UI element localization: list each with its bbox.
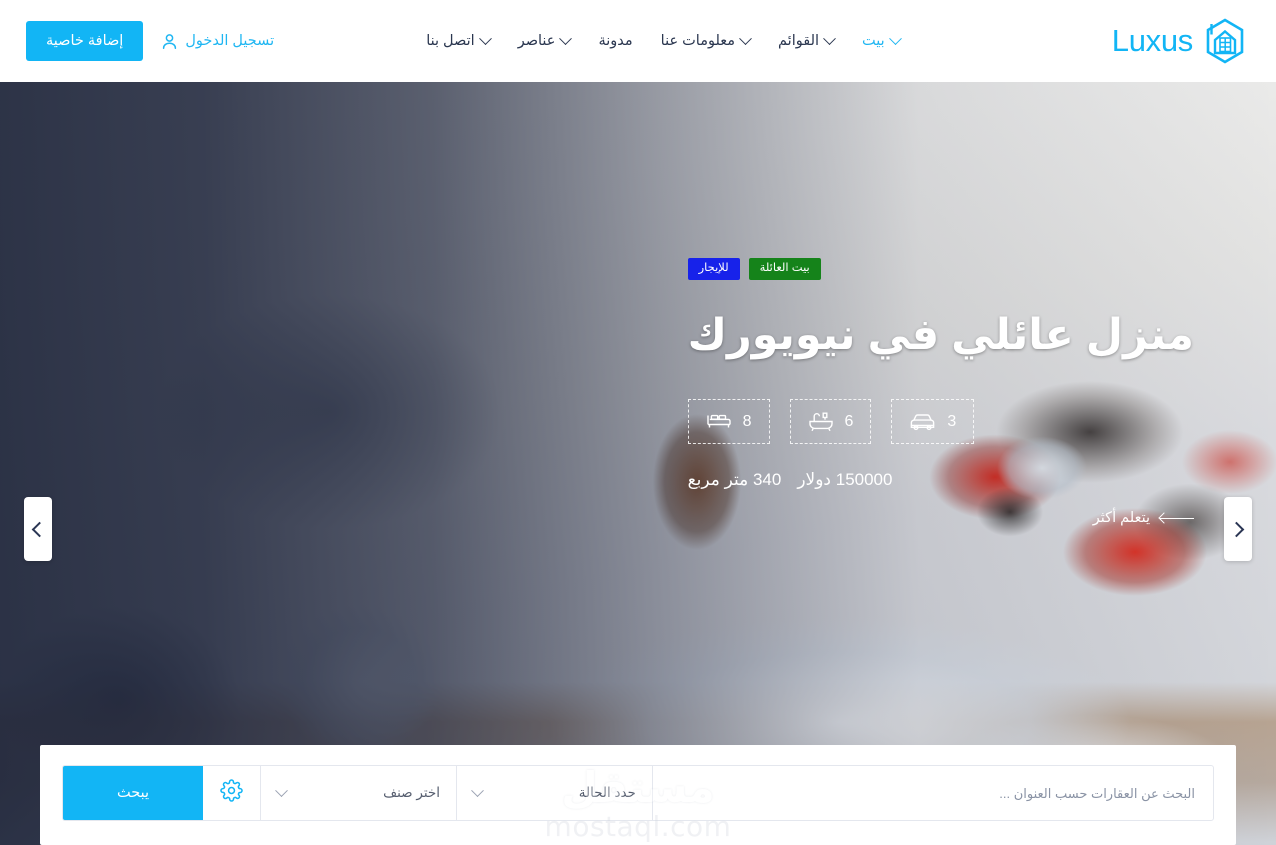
chevron-down-icon <box>739 31 752 45</box>
hero-badges: للإيجار بيت العائلة <box>687 258 1194 280</box>
arrow-left-icon <box>1160 513 1194 523</box>
chevron-down-icon <box>559 31 573 45</box>
learn-more-label: يتعلم أكثر <box>1092 510 1150 527</box>
search-input[interactable] <box>653 766 1213 820</box>
login-label: تسجيل الدخول <box>185 33 275 49</box>
nav-item-listings[interactable]: القوائم <box>764 31 848 49</box>
chevron-down-icon <box>478 31 492 45</box>
feature-value: 8 <box>742 412 752 430</box>
nav-label: القوائم <box>778 33 820 49</box>
search-bar: حدد الحالة اختر صنف يبحث <box>62 765 1214 821</box>
nav-label: مدونة <box>598 33 633 49</box>
advanced-search-button[interactable] <box>203 766 261 820</box>
nav-item-contact[interactable]: اتصل بنا <box>412 31 503 49</box>
status-badge-for-rent[interactable]: للإيجار <box>687 258 740 280</box>
user-icon <box>161 33 178 50</box>
bathtub-icon <box>808 411 834 432</box>
brand-logo[interactable]: Luxus <box>1112 17 1248 65</box>
nav-item-about[interactable]: معلومات عنا <box>647 31 764 49</box>
chevron-left-icon <box>31 521 48 537</box>
feature-value: 3 <box>947 412 957 430</box>
category-select[interactable]: اختر صنف <box>261 766 457 820</box>
nav-item-elements[interactable]: عناصر <box>504 31 585 49</box>
carousel-prev-button[interactable] <box>24 497 52 561</box>
hero-meta: 340 متر مربع 150000 دولار <box>688 470 1194 490</box>
status-select-label: حدد الحالة <box>578 785 636 800</box>
nav-item-blog[interactable]: مدونة <box>584 33 646 49</box>
learn-more-link[interactable]: يتعلم أكثر <box>1093 510 1194 526</box>
hero-title: منزل عائلي في نيويورك <box>687 310 1194 359</box>
chevron-down-icon <box>275 783 288 797</box>
hero-slider: للإيجار بيت العائلة منزل عائلي في نيويور… <box>0 82 1276 845</box>
hero-price: 150000 دولار <box>797 470 893 490</box>
add-property-button[interactable]: إضافة خاصية <box>26 21 144 61</box>
brand-name: Luxus <box>1111 23 1194 58</box>
feature-bedrooms: 8 <box>687 399 770 445</box>
chevron-down-icon <box>888 31 902 45</box>
status-select[interactable]: حدد الحالة <box>457 766 653 820</box>
nav-label: معلومات عنا <box>660 33 736 49</box>
login-link[interactable]: تسجيل الدخول <box>161 33 274 50</box>
bed-icon <box>706 412 732 431</box>
nav-label: بيت <box>862 33 885 49</box>
main-navigation: بيت القوائم معلومات عنا مدونة عناصر اتصل… <box>274 31 1052 49</box>
search-panel: حدد الحالة اختر صنف يبحث <box>40 745 1236 845</box>
hero-feature-list: 8 6 3 <box>687 399 1194 445</box>
hexagon-house-icon <box>1202 17 1248 65</box>
feature-garages: 3 <box>891 399 975 445</box>
feature-bathrooms: 6 <box>789 399 872 445</box>
nav-label: عناصر <box>517 33 556 49</box>
status-badge-family-house[interactable]: بيت العائلة <box>748 258 821 280</box>
chevron-right-icon <box>1228 521 1245 537</box>
chevron-down-icon <box>823 31 836 45</box>
feature-value: 6 <box>844 412 854 430</box>
hero-area: 340 متر مربع <box>687 470 782 490</box>
category-select-label: اختر صنف <box>383 785 440 800</box>
hero-content: للإيجار بيت العائلة منزل عائلي في نيويور… <box>687 258 1194 526</box>
carousel-next-button[interactable] <box>1224 497 1252 561</box>
nav-label: اتصل بنا <box>426 33 475 49</box>
header-actions: تسجيل الدخول إضافة خاصية <box>26 21 274 61</box>
search-submit-button[interactable]: يبحث <box>63 766 203 820</box>
chevron-down-icon <box>471 783 484 797</box>
site-header: Luxus بيت القوائم معلومات عنا مدونة عناص… <box>0 0 1276 82</box>
nav-item-home[interactable]: بيت <box>848 31 914 49</box>
car-icon <box>909 412 936 431</box>
gear-icon <box>220 779 243 807</box>
